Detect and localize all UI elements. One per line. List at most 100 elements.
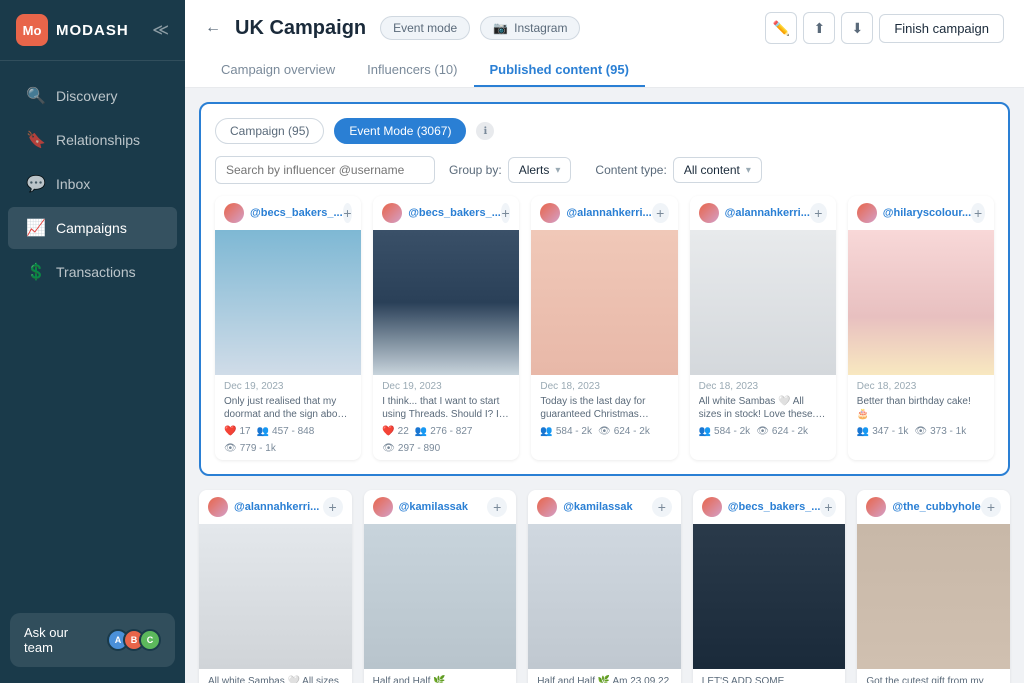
eye-icon: 👁 bbox=[756, 426, 769, 437]
sidebar-item-inbox[interactable]: 💬 Inbox bbox=[8, 163, 177, 205]
add-card-button[interactable]: + bbox=[343, 203, 353, 223]
sidebar-item-campaigns[interactable]: 📈 Campaigns bbox=[8, 207, 177, 249]
card-meta: Half and Half 🌿 Am 23.09.22 startet bbox=[528, 669, 681, 683]
back-button[interactable]: ← bbox=[205, 19, 221, 37]
add-card-button[interactable]: + bbox=[501, 203, 511, 223]
sidebar-item-transactions[interactable]: 💲 Transactions bbox=[8, 251, 177, 293]
card-meta: Dec 18, 2023 Today is the last day for g… bbox=[531, 375, 677, 443]
content-type-value: All content bbox=[684, 163, 740, 177]
username-label: @the_cubbyhole bbox=[892, 501, 980, 513]
sidebar-item-relationships[interactable]: 🔖 Relationships bbox=[8, 119, 177, 161]
sidebar-item-label: Transactions bbox=[56, 264, 136, 280]
discovery-icon: 🔍 bbox=[26, 86, 44, 106]
eye-icon: 👁 bbox=[598, 426, 611, 437]
card-description: LET'S ADD SOME CHARACTER, SHALL WE? NEW … bbox=[702, 675, 837, 683]
event-mode-filter-btn[interactable]: Event Mode (3067) bbox=[334, 118, 466, 144]
card-header: @kamilassak + bbox=[528, 490, 681, 524]
ask-team-button[interactable]: Ask our team A B C bbox=[10, 613, 175, 667]
nav-menu: 🔍 Discovery 🔖 Relationships 💬 Inbox 📈 Ca… bbox=[0, 61, 185, 613]
username-label: @alannahkerri... bbox=[725, 207, 810, 219]
add-card-button[interactable]: + bbox=[652, 497, 672, 517]
add-card-button[interactable]: + bbox=[487, 497, 507, 517]
page-header: ← UK Campaign Event mode 📷 Instagram ✏️ … bbox=[185, 0, 1024, 88]
sidebar-item-discovery[interactable]: 🔍 Discovery bbox=[8, 75, 177, 117]
collapse-icon[interactable]: ≪ bbox=[152, 20, 169, 40]
instagram-icon: 📷 bbox=[493, 21, 508, 35]
card-meta: Half and Half 🌿 bbox=[364, 669, 517, 683]
card-header: @kamilassak + bbox=[364, 490, 517, 524]
content-type-control: Content type: All content ▾ bbox=[595, 157, 761, 183]
card-username[interactable]: @kamilassak bbox=[537, 497, 632, 517]
reach-stat-2: 👁373 - 1k bbox=[914, 426, 966, 437]
transactions-icon: 💲 bbox=[26, 262, 44, 282]
card-date: Dec 19, 2023 bbox=[382, 381, 510, 392]
eye-icon: 👁 bbox=[382, 443, 395, 454]
tab-campaign-overview[interactable]: Campaign overview bbox=[205, 54, 351, 87]
card-header: @becs_bakers_... + bbox=[373, 196, 519, 230]
reach-stat-1: 👥347 - 1k bbox=[857, 426, 909, 437]
info-icon[interactable]: ℹ bbox=[476, 122, 494, 140]
card-image bbox=[690, 230, 836, 375]
share-button[interactable]: ⬇ bbox=[841, 12, 873, 44]
add-card-button[interactable]: + bbox=[323, 497, 343, 517]
card-description: Half and Half 🌿 Am 23.09.22 startet bbox=[537, 675, 672, 683]
card-username[interactable]: @alannahkerri... bbox=[699, 203, 810, 223]
tab-published-content[interactable]: Published content (95) bbox=[474, 54, 645, 87]
content-type-select[interactable]: All content ▾ bbox=[673, 157, 762, 183]
content-card: @alannahkerri... + Dec 18, 2023 All whit… bbox=[690, 196, 836, 460]
card-date: Dec 18, 2023 bbox=[699, 381, 827, 392]
card-username[interactable]: @alannahkerri... bbox=[208, 497, 319, 517]
card-description: Only just realised that my doormat and t… bbox=[224, 395, 352, 421]
card-image bbox=[215, 230, 361, 375]
inbox-icon: 💬 bbox=[26, 174, 44, 194]
add-card-button[interactable]: + bbox=[652, 203, 669, 223]
card-username[interactable]: @the_cubbyhole bbox=[866, 497, 980, 517]
instagram-badge[interactable]: 📷 Instagram bbox=[480, 16, 580, 40]
card-username[interactable]: @hilaryscolour... bbox=[857, 203, 971, 223]
campaign-filter-btn[interactable]: Campaign (95) bbox=[215, 118, 324, 144]
card-stats: 👥584 - 2k 👁624 - 2k bbox=[540, 426, 668, 437]
people-icon: 👥 bbox=[857, 426, 869, 437]
add-card-button[interactable]: + bbox=[820, 497, 836, 517]
card-meta: All white Sambas 🤍 All sizes in stock! L… bbox=[199, 669, 352, 683]
card-username[interactable]: @alannahkerri... bbox=[540, 203, 651, 223]
add-card-button[interactable]: + bbox=[981, 497, 1001, 517]
logo-icon: Mo bbox=[16, 14, 48, 46]
card-header: @alannahkerri... + bbox=[199, 490, 352, 524]
filter-top: Campaign (95) Event Mode (3067) ℹ bbox=[215, 118, 994, 144]
card-header: @alannahkerri... + bbox=[690, 196, 836, 230]
bottom-cards-grid: @alannahkerri... + All white Sambas 🤍 Al… bbox=[199, 490, 1010, 683]
card-meta: Dec 19, 2023 I think... that I want to s… bbox=[373, 375, 519, 460]
header-top: ← UK Campaign Event mode 📷 Instagram ✏️ … bbox=[205, 12, 1004, 44]
event-mode-badge[interactable]: Event mode bbox=[380, 16, 470, 40]
card-image bbox=[857, 524, 1010, 669]
group-by-label: Group by: bbox=[449, 163, 502, 177]
export-button[interactable]: ⬆ bbox=[803, 12, 835, 44]
tab-influencers[interactable]: Influencers (10) bbox=[351, 54, 473, 87]
search-input[interactable] bbox=[215, 156, 435, 184]
card-header: @hilaryscolour... + bbox=[848, 196, 994, 230]
card-header: @becs_bakers_... + bbox=[215, 196, 361, 230]
add-card-button[interactable]: + bbox=[810, 203, 827, 223]
finish-campaign-button[interactable]: Finish campaign bbox=[879, 14, 1004, 43]
heart-icon: ❤️ bbox=[382, 426, 394, 437]
group-by-select[interactable]: Alerts ▾ bbox=[508, 157, 572, 183]
username-label: @kamilassak bbox=[563, 501, 632, 513]
card-description: I think... that I want to start using Th… bbox=[382, 395, 510, 421]
add-card-button[interactable]: + bbox=[971, 203, 985, 223]
card-description: Half and Half 🌿 bbox=[373, 675, 508, 683]
reach-stat-2: 👁779 - 1k bbox=[224, 443, 276, 454]
edit-button[interactable]: ✏️ bbox=[765, 12, 797, 44]
sidebar-header: Mo MODASH ≪ bbox=[0, 0, 185, 61]
avatar bbox=[702, 497, 722, 517]
card-username[interactable]: @becs_bakers_... bbox=[702, 497, 821, 517]
content-card: @becs_bakers_... + LET'S ADD SOME CHARAC… bbox=[693, 490, 846, 683]
content-card: @hilaryscolour... + Dec 18, 2023 Better … bbox=[848, 196, 994, 460]
card-username[interactable]: @becs_bakers_... bbox=[224, 203, 343, 223]
card-username[interactable]: @kamilassak bbox=[373, 497, 468, 517]
card-stats: ❤️22 👥276 - 827 👁297 - 890 bbox=[382, 426, 510, 454]
card-header: @becs_bakers_... + bbox=[693, 490, 846, 524]
content-card: @the_cubbyhole + Got the cutest gift fro… bbox=[857, 490, 1010, 683]
card-username[interactable]: @becs_bakers_... bbox=[382, 203, 501, 223]
chevron-down-icon: ▾ bbox=[555, 165, 560, 176]
